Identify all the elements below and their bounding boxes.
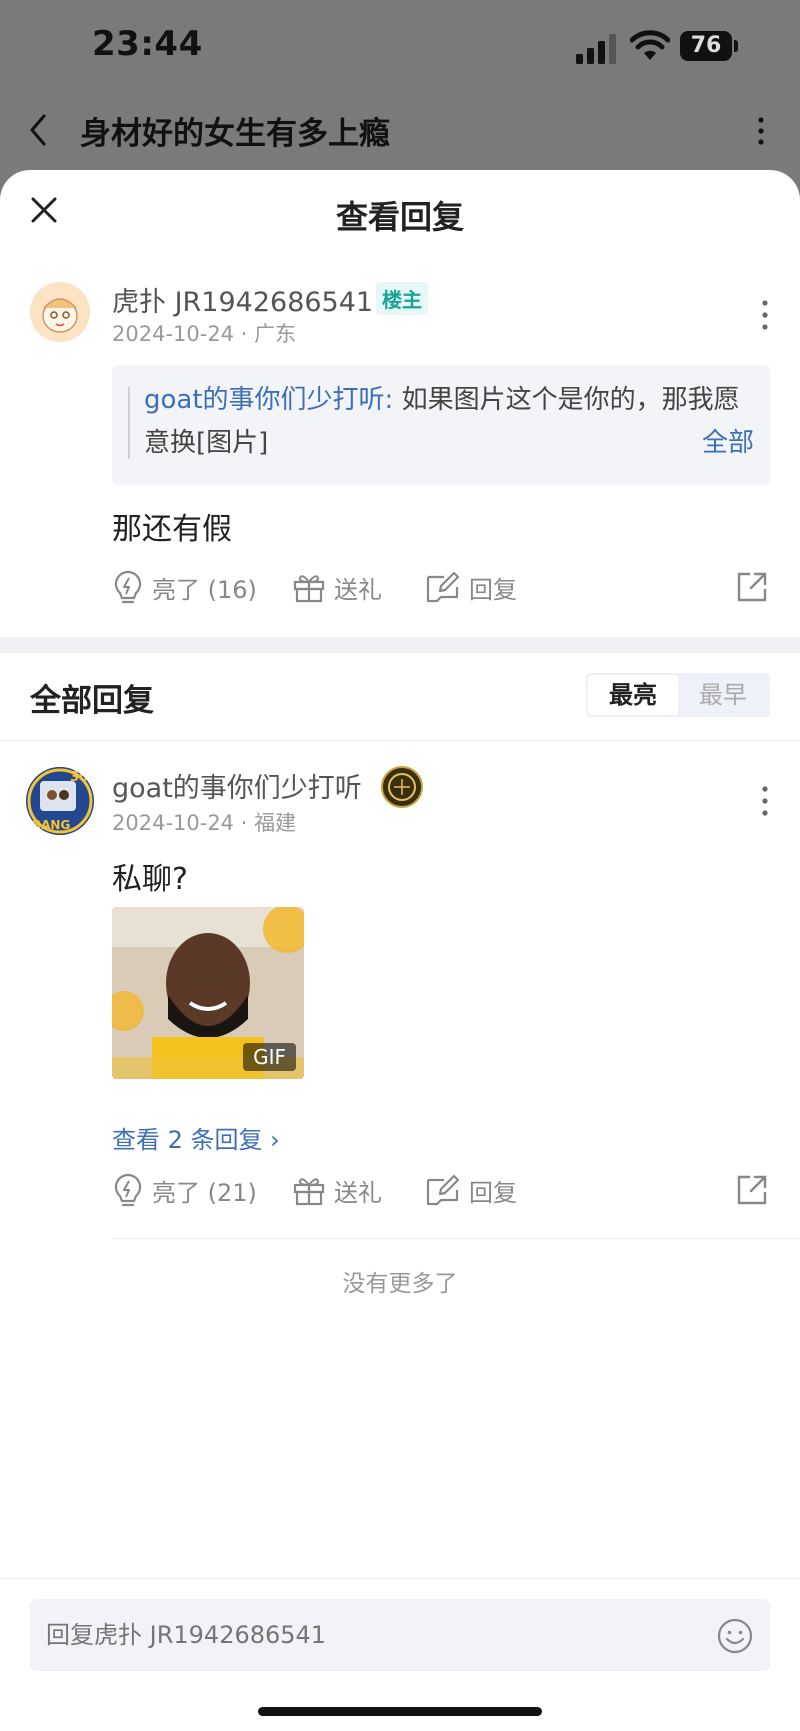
reply-share-icon[interactable] <box>735 1173 769 1207</box>
share-icon[interactable] <box>735 570 769 604</box>
like-count: 亮了 (16) <box>152 575 257 604</box>
main-comment-username[interactable]: 虎扑 JR1942686541 <box>112 280 373 319</box>
bulb-icon <box>114 570 142 604</box>
main-comment-text: 那还有假 <box>112 512 232 547</box>
quote-expand-link[interactable]: 全部 <box>702 422 754 459</box>
emoji-icon[interactable] <box>716 1617 754 1655</box>
main-comment-date: 2024-10-24 <box>112 322 235 346</box>
reply-sheet: 查看回复 虎扑 JR1942686541 楼主 2024-10-24 · 广东 … <box>0 170 800 1731</box>
status-time: 23:44 <box>92 24 203 64</box>
gift-label: 送礼 <box>334 575 382 604</box>
wifi-icon <box>630 30 670 60</box>
reply-gift-label: 送礼 <box>334 1178 382 1207</box>
divider <box>112 1238 800 1239</box>
reply-avatar[interactable]: 30 BANG <box>26 767 94 835</box>
page-title: 身材好的女生有多上瘾 <box>80 116 390 152</box>
gif-image[interactable]: GIF <box>112 907 304 1079</box>
divider <box>0 740 800 741</box>
quoted-comment[interactable]: goat的事你们少打听: 如果图片这个是你的，那我愿意换[图片] 全部 <box>112 365 770 485</box>
gif-label: GIF <box>243 1043 296 1071</box>
edit-icon <box>426 571 460 603</box>
gift-icon <box>293 1178 325 1206</box>
badge-icon[interactable] <box>381 766 423 808</box>
main-comment-more-icon[interactable] <box>760 298 770 332</box>
battery-icon: 76 <box>680 31 732 61</box>
avatar-face-icon <box>30 282 90 342</box>
reply-reply-button[interactable]: 回复 <box>425 1170 517 1210</box>
section-divider <box>0 637 800 653</box>
avatar-bang-icon: 30 BANG <box>26 767 94 835</box>
reply-like-button[interactable]: 亮了 (21) <box>112 1170 257 1210</box>
reply-more-icon[interactable] <box>760 784 770 818</box>
signal-icon <box>576 34 616 64</box>
reply-input[interactable] <box>30 1599 770 1671</box>
reply-bar <box>0 1578 800 1731</box>
reply-label: 回复 <box>469 575 517 604</box>
reply-location: 福建 <box>254 811 297 835</box>
sort-toggle: 最亮 最早 <box>586 673 770 717</box>
badge-medal-icon <box>388 773 416 801</box>
main-comment-location: 广东 <box>254 322 297 346</box>
quote-bar <box>128 387 130 459</box>
like-button[interactable]: 亮了 (16) <box>112 567 257 607</box>
bulb-icon <box>114 1173 142 1207</box>
status-bar: 23:44 76 <box>0 0 800 100</box>
avatar-number: 30 <box>70 770 88 785</box>
avatar[interactable] <box>30 282 90 342</box>
battery-tip <box>734 40 738 52</box>
home-indicator <box>258 1707 542 1716</box>
op-tag: 楼主 <box>376 282 428 315</box>
reply-meta: 2024-10-24 · 福建 <box>112 807 296 837</box>
reply-date: 2024-10-24 <box>112 811 235 835</box>
all-replies-title: 全部回复 <box>30 683 154 719</box>
meta-separator: · <box>240 322 255 346</box>
sort-hottest-tab[interactable]: 最亮 <box>588 675 678 715</box>
edit-icon <box>426 1174 460 1206</box>
meta-separator: · <box>240 811 255 835</box>
more-icon[interactable] <box>756 116 766 146</box>
gift-icon <box>293 575 325 603</box>
back-icon[interactable] <box>26 112 50 148</box>
no-more-text: 没有更多了 <box>342 1271 458 1297</box>
reply-like-count: 亮了 (21) <box>152 1178 257 1207</box>
reply-text: 私聊? <box>112 862 188 897</box>
main-comment-meta: 2024-10-24 · 广东 <box>112 318 296 348</box>
reply-reply-label: 回复 <box>469 1178 517 1207</box>
sheet-title: 查看回复 <box>335 198 464 236</box>
quote-text: goat的事你们少打听: 如果图片这个是你的，那我愿意换[图片] <box>144 379 744 465</box>
reply-gift-button[interactable]: 送礼 <box>292 1170 382 1210</box>
view-replies-link[interactable]: 查看 2 条回复 › <box>112 1120 280 1155</box>
reply-username[interactable]: goat的事你们少打听 <box>112 766 362 805</box>
gift-button[interactable]: 送礼 <box>292 567 382 607</box>
quote-author[interactable]: goat的事你们少打听: <box>144 385 393 415</box>
avatar-word: BANG <box>32 818 70 832</box>
reply-button[interactable]: 回复 <box>425 567 517 607</box>
sort-earliest-tab[interactable]: 最早 <box>678 675 768 715</box>
